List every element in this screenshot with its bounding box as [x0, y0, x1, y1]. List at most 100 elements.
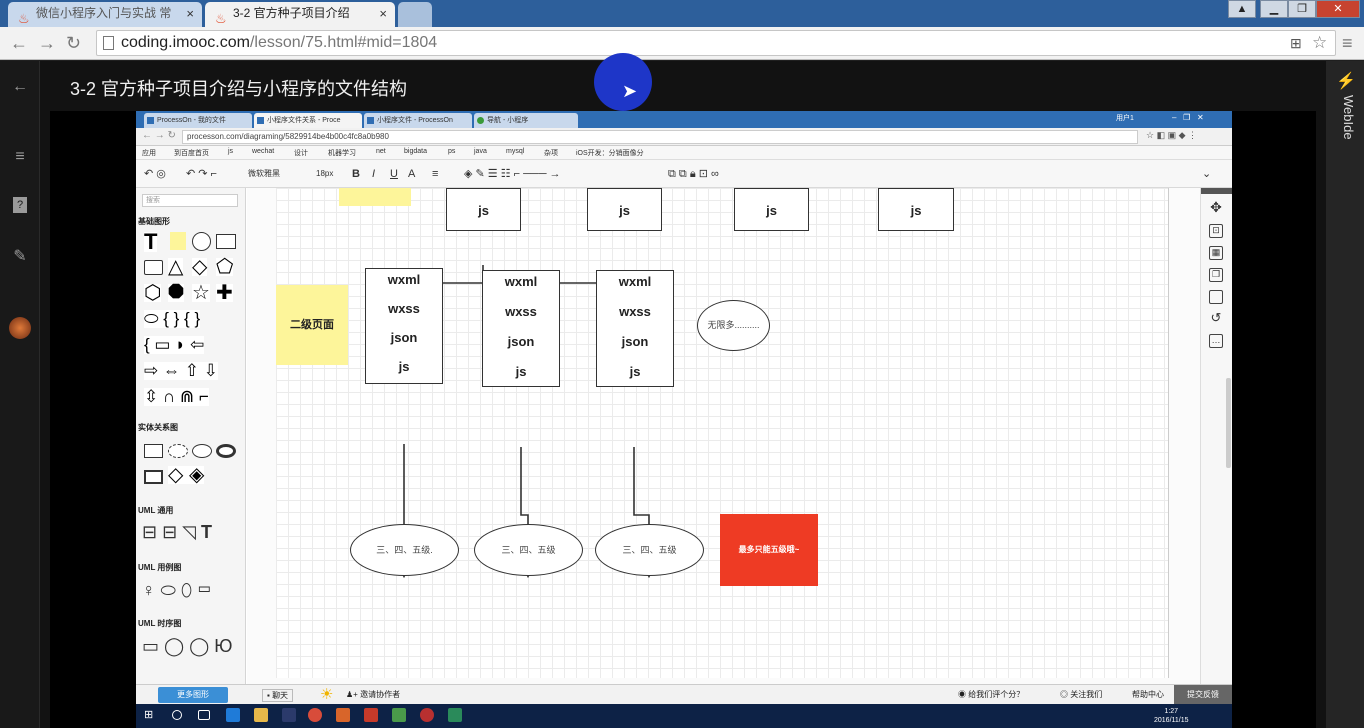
bookmark: 应用 [142, 150, 156, 157]
inner-bookmarks-bar: 应用 到百度首页 js wechat 设计 机器学习 net bigdata p… [136, 146, 1232, 160]
level-oval: 三、四、五级. [350, 524, 459, 576]
navigation-icon [477, 117, 484, 124]
diagram-bottom-bar: 更多图形 ▪ 聊天 ☀ ♟+ 邀请协作者 ◉ 给我们评个分？ ◎ 关注我们 帮助… [136, 684, 1232, 705]
underline-icon: U [390, 168, 398, 180]
search-icon [172, 710, 182, 720]
close-tab-icon[interactable]: × [379, 2, 387, 25]
reload-icon[interactable]: ↻ [66, 33, 81, 53]
bookmark: 机器学习 [328, 150, 356, 157]
pages-icon: ❐ [1209, 268, 1223, 282]
level-oval: 三、四、五级 [595, 524, 704, 576]
record-icon [420, 708, 434, 722]
browser-tab[interactable]: ♨ 微信小程序入门与实战 常 × [8, 2, 202, 27]
section-uml-sequence: UML 时序图 [138, 619, 182, 628]
webide-tab[interactable]: WebIde [1336, 95, 1356, 140]
bold-icon: B [352, 168, 360, 180]
top-js-box: js [878, 188, 954, 231]
app-icon [392, 708, 406, 722]
forward-icon[interactable]: → [38, 33, 56, 53]
page-icon [103, 36, 114, 50]
inner-right-tools: ✥ ⊡ ▦ ❐ ↺ … [1200, 188, 1232, 684]
inner-tab: ProcessOn - 我的文件 [144, 113, 252, 128]
navigator-icon: ✥ [1210, 199, 1222, 215]
align-icon: ≡ [432, 168, 439, 180]
bookmark: iOS开发：分销面像分 [576, 150, 644, 157]
page-files-box: wxml wxss json js [482, 270, 560, 387]
close-tab-icon[interactable]: × [186, 2, 194, 25]
windows-start-icon: ⊞ [144, 709, 154, 721]
bookmark: js [228, 148, 234, 155]
font-size-select: 18px [316, 169, 334, 178]
calendar-icon: ▦ [1209, 246, 1223, 260]
minimize-icon[interactable]: ▁ [1260, 0, 1288, 18]
section-uml-usecase: UML 用例图 [138, 563, 182, 572]
max-level-note: 最多只能五级哦~ [720, 514, 818, 586]
processon-icon [257, 117, 264, 124]
grid-paper: js js js js 二级页面 wxml wxss json js wxml … [276, 188, 1169, 678]
shape-search-input: 搜索 [142, 194, 238, 207]
video-frame: ProcessOn - 我的文件 小程序文件关系 - Proce 小程序文件 -… [136, 111, 1232, 728]
bookmark: ps [448, 148, 456, 155]
italic-icon: I [372, 168, 376, 180]
scrollbar [1226, 378, 1231, 468]
bookmark: 到百度首页 [174, 150, 209, 157]
section-uml-general: UML 通用 [138, 506, 174, 515]
section-er: 实体关系图 [138, 423, 178, 432]
uml-general-shapes: ⊟ ⊟ ◹ T [142, 522, 213, 542]
level-oval: 三、四、五级 [474, 524, 583, 576]
browser-tab-active[interactable]: ♨ 3-2 官方种子项目介绍 × [205, 2, 395, 27]
translate-icon[interactable]: ⊞ [1290, 33, 1302, 53]
left-rail: ← ≡ ? ✎ [0, 61, 40, 728]
redo-icon: ↶ ↷ ⌐ [186, 168, 217, 180]
powerpoint-icon [364, 708, 378, 722]
new-tab-button[interactable] [398, 2, 432, 27]
connector-lines [397, 265, 656, 579]
uml-sequence-shapes: ▭ ◯ ◯ Ю [142, 636, 233, 656]
back-icon[interactable]: ← [10, 33, 28, 53]
follow-button: ◎ 关注我们 [1060, 690, 1103, 699]
more-shapes-button: 更多图形 [158, 687, 228, 703]
menu-icon[interactable]: ≡ [1342, 33, 1353, 53]
diagram-canvas: js js js js 二级页面 wxml wxss json js wxml … [247, 188, 1200, 684]
bookmark: 杂项 [544, 150, 558, 157]
mouse-cursor-icon: ➤ [622, 81, 638, 101]
photoshop-icon [282, 708, 296, 722]
diagram-toolbar: ↶ ◎ ↶ ↷ ⌐ 微软雅黑 18px B I U A ≡ ◈ ✎ ☰ ☷ ⌐ … [136, 160, 1232, 188]
note-pencil-icon[interactable]: ✎ [10, 247, 30, 267]
address-input[interactable]: coding.imooc.com/lesson/75.html#mid=1804 [96, 30, 1336, 56]
image-icon: ⊡ [1209, 224, 1223, 238]
rail-header [1201, 188, 1232, 194]
top-js-box: js [446, 188, 521, 231]
maximize-icon[interactable]: ❐ [1288, 0, 1316, 18]
page-files-box: wxml wxss json js [365, 268, 443, 384]
window-close-icon[interactable]: ✕ [1316, 0, 1360, 18]
back-arrow-icon[interactable]: ← [10, 77, 30, 97]
inner-extension-icons: ☆ ◧ ▣ ◆ ⋮ [1146, 130, 1197, 140]
bookmark: 设计 [294, 150, 308, 157]
page-files-box: wxml wxss json js [596, 270, 674, 387]
bookmark-star-icon[interactable]: ☆ [1312, 33, 1327, 53]
inner-tab-active: 小程序文件关系 - Proce [254, 113, 362, 128]
sticky-note [339, 188, 411, 206]
font-family-select: 微软雅黑 [248, 169, 280, 178]
top-js-box: js [587, 188, 662, 231]
history-icon: ↺ [1210, 310, 1222, 325]
chapter-list-icon[interactable]: ≡ [10, 147, 30, 167]
imooc-flame-icon: ♨ [215, 11, 227, 26]
top-js-box: js [734, 188, 809, 231]
address-toolbar: ← → ↻ coding.imooc.com/lesson/75.html#mi… [0, 27, 1364, 60]
bookmark: bigdata [404, 148, 427, 155]
invite-button: ♟+ 邀请协作者 [346, 690, 401, 699]
user-profile-icon[interactable]: ▲ [1228, 0, 1256, 18]
question-icon[interactable]: ? [13, 197, 27, 213]
processon-icon [367, 117, 374, 124]
shapes-panel: 搜索 基础图形 T △ ◇ ⬠ ⬡ ⯃ ☆ ✚ ⬭ { } { } { ▭ ◗ [136, 188, 246, 684]
video-player[interactable]: ProcessOn - 我的文件 小程序文件关系 - Proce 小程序文件 -… [50, 111, 1316, 728]
undo-icon: ↶ ◎ [144, 168, 166, 180]
task-view-icon [198, 710, 210, 720]
uml-usecase-shapes: ♀ ⬭ ⬯ ▭ [142, 580, 212, 600]
page-icon [1209, 290, 1223, 304]
inner-address-bar: ← → ↻ processon.com/diagraming/5829914be… [136, 128, 1232, 146]
avatar[interactable] [9, 317, 31, 339]
chrome-icon [308, 708, 322, 722]
